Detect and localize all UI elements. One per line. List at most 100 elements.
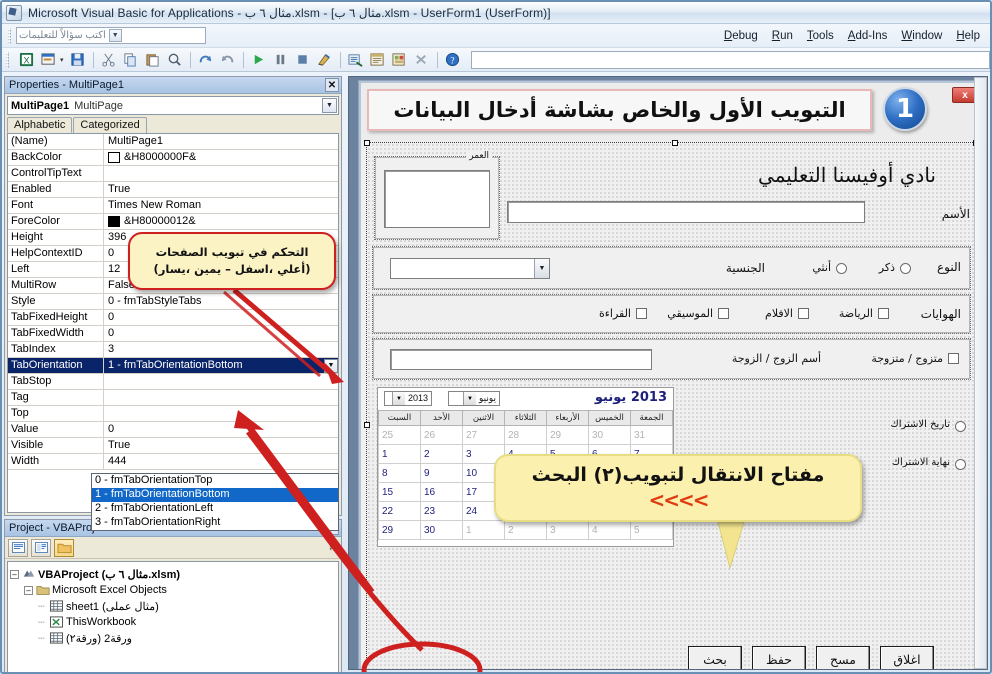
calendar-day-cell[interactable]: 2: [504, 520, 547, 540]
property-row[interactable]: MultiRow False: [8, 278, 338, 294]
property-value[interactable]: [104, 374, 338, 389]
run-icon[interactable]: [249, 50, 269, 70]
calendar-day-cell[interactable]: 26: [420, 425, 463, 445]
property-row[interactable]: Width 444: [8, 454, 338, 470]
help-icon[interactable]: ?: [443, 50, 463, 70]
nationality-combo[interactable]: ▼: [390, 258, 550, 279]
calendar-day-cell[interactable]: 7: [630, 444, 673, 464]
chevron-down-icon[interactable]: ▾: [60, 56, 64, 64]
chevron-down-icon[interactable]: ▼: [324, 358, 338, 373]
property-value[interactable]: True: [104, 438, 338, 453]
calendar-grid[interactable]: السبت الأحد الاثنين الثلاثاء الأربعاء الخميس ا…: [378, 410, 673, 540]
object-browser-icon[interactable]: [390, 50, 410, 70]
property-value[interactable]: 444: [104, 454, 338, 469]
tree-node[interactable]: – Microsoft Excel Objects: [10, 582, 336, 598]
calendar-day-cell[interactable]: 19: [546, 482, 589, 502]
property-row[interactable]: Top: [8, 406, 338, 422]
calendar-day-cell[interactable]: 2: [420, 444, 463, 464]
chevron-down-icon[interactable]: ▼: [391, 392, 405, 405]
designer-vertical-scrollbar[interactable]: [974, 77, 987, 669]
property-row[interactable]: Visible True: [8, 438, 338, 454]
calendar-day-cell[interactable]: 22: [378, 501, 421, 521]
chevron-down-icon[interactable]: ▼: [534, 259, 549, 278]
property-row[interactable]: Tag: [8, 390, 338, 406]
excel-view-icon[interactable]: X: [16, 50, 36, 70]
property-value[interactable]: MultiPage1: [104, 134, 338, 149]
property-row[interactable]: Left 12: [8, 262, 338, 278]
menu-tools[interactable]: Tools: [807, 30, 834, 42]
close-icon[interactable]: ✕: [325, 78, 339, 92]
calendar-day-cell[interactable]: 29: [378, 520, 421, 540]
gender-male-radio[interactable]: [900, 263, 911, 274]
save-icon[interactable]: [68, 50, 88, 70]
name-input[interactable]: [507, 201, 865, 223]
property-row[interactable]: TabOrientation 1 - fmTabOrientationBottom…: [8, 358, 338, 374]
hobby-checkbox-1[interactable]: [798, 308, 809, 319]
calendar-day-cell[interactable]: 3: [462, 444, 505, 464]
calendar-day-cell[interactable]: 24: [462, 501, 505, 521]
taborientation-dropdown-list[interactable]: 0 - fmTabOrientationTop 1 - fmTabOrientat…: [91, 473, 339, 531]
calendar-day-cell[interactable]: 12: [546, 463, 589, 483]
menu-help[interactable]: Help: [956, 30, 980, 42]
property-value[interactable]: False: [104, 278, 338, 293]
date-start-radio[interactable]: [955, 421, 966, 432]
calendar-day-cell[interactable]: 9: [420, 463, 463, 483]
calendar-day-cell[interactable]: 28: [504, 425, 547, 445]
dropdown-option[interactable]: 3 - fmTabOrientationRight: [92, 516, 338, 530]
calendar-day-cell[interactable]: 27: [588, 501, 631, 521]
calendar-day-cell[interactable]: 5: [546, 444, 589, 464]
calendar-year-select[interactable]: ▼ 2013: [384, 391, 432, 406]
calendar-control[interactable]: 2013 يونيو ▼ يونيو ▼ 2013 السبت الأحد الاث…: [377, 387, 674, 547]
save-button[interactable]: حفظ: [752, 646, 806, 669]
project-tree[interactable]: – VBAProject (مثال ٦ ب.xlsm) – Microsoft Ex…: [7, 561, 339, 672]
calendar-day-cell[interactable]: 15: [378, 482, 421, 502]
calendar-day-cell[interactable]: 6: [588, 444, 631, 464]
property-row[interactable]: ForeColor &H80000012&: [8, 214, 338, 230]
hobby-checkbox-2[interactable]: [718, 308, 729, 319]
tree-node[interactable]: – VBAProject (مثال ٦ ب.xlsm): [10, 566, 336, 582]
tree-node[interactable]: ┄ sheet1 (مثال عملى): [10, 598, 336, 614]
calendar-day-cell[interactable]: 25: [378, 425, 421, 445]
calendar-day-cell[interactable]: 21: [630, 482, 673, 502]
property-value[interactable]: Times New Roman: [104, 198, 338, 213]
paste-icon[interactable]: [143, 50, 163, 70]
close-button[interactable]: اغلاق: [880, 646, 934, 669]
property-value[interactable]: 0: [104, 310, 338, 325]
property-row[interactable]: Height 396: [8, 230, 338, 246]
search-button[interactable]: بحث: [688, 646, 742, 669]
tab-categorized[interactable]: Categorized: [73, 117, 147, 133]
dropdown-option[interactable]: 1 - fmTabOrientationBottom: [92, 488, 338, 502]
resize-handle[interactable]: [364, 140, 370, 146]
calendar-day-cell[interactable]: 1: [378, 444, 421, 464]
calendar-day-cell[interactable]: 10: [462, 463, 505, 483]
property-value[interactable]: [104, 406, 338, 421]
property-row[interactable]: TabStop: [8, 374, 338, 390]
tree-node[interactable]: ┄ ورقة2 (ورقة٢): [10, 630, 336, 646]
design-mode-icon[interactable]: [315, 50, 335, 70]
object-selector[interactable]: MultiPage1 MultiPage ▼: [7, 96, 339, 115]
project-panel-overflow[interactable]: ⇄: [329, 543, 338, 552]
property-row[interactable]: TabFixedHeight 0: [8, 310, 338, 326]
toolbar-combo[interactable]: [470, 50, 990, 69]
clear-button[interactable]: مسح: [816, 646, 870, 669]
redo-icon[interactable]: [196, 50, 216, 70]
calendar-day-cell[interactable]: 1: [462, 520, 505, 540]
property-value[interactable]: 0: [104, 246, 338, 261]
calendar-day-cell[interactable]: 30: [420, 520, 463, 540]
property-row[interactable]: TabIndex 3: [8, 342, 338, 358]
dropdown-option[interactable]: 0 - fmTabOrientationTop: [92, 474, 338, 488]
calendar-day-cell[interactable]: 11: [504, 463, 547, 483]
calendar-day-cell[interactable]: 26: [546, 501, 589, 521]
property-row[interactable]: TabFixedWidth 0: [8, 326, 338, 342]
tab-alphabetic[interactable]: Alphabetic: [7, 117, 73, 133]
calendar-day-cell[interactable]: 16: [420, 482, 463, 502]
tree-node[interactable]: ┄ ThisWorkbook: [10, 614, 336, 630]
view-code-icon[interactable]: [8, 538, 28, 557]
menubar-grip[interactable]: [8, 27, 11, 44]
property-value[interactable]: [104, 166, 338, 181]
calendar-day-cell[interactable]: 8: [378, 463, 421, 483]
calendar-day-cell[interactable]: 4: [588, 520, 631, 540]
hobby-checkbox-3[interactable]: [636, 308, 647, 319]
copy-icon[interactable]: [121, 50, 141, 70]
view-object-icon[interactable]: [31, 538, 51, 557]
